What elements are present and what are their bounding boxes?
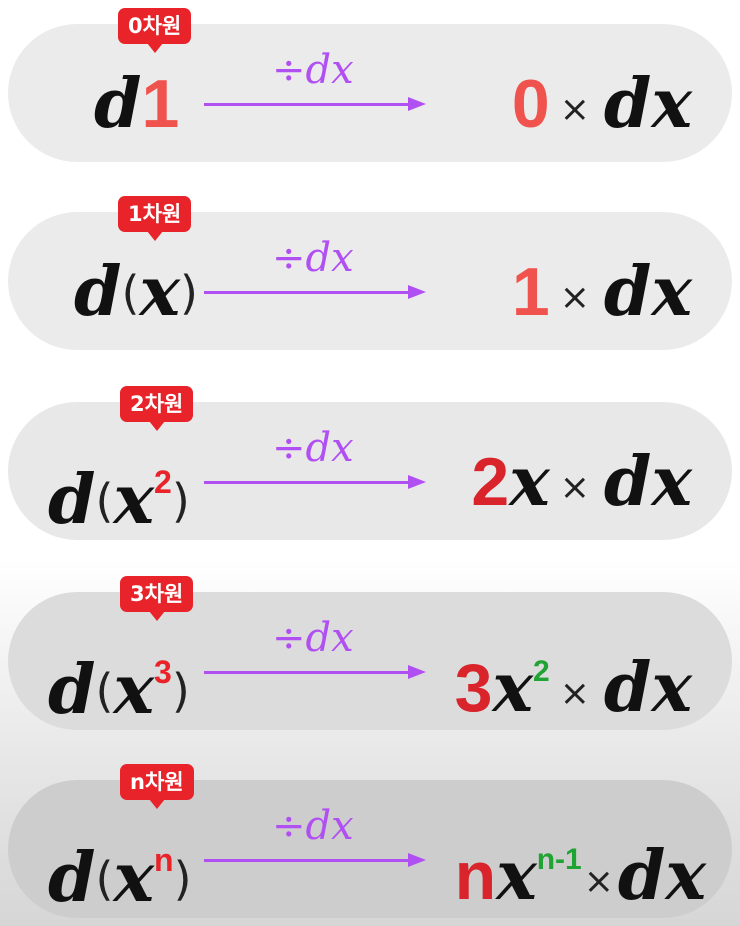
lhs-expression: d(x2) [48,442,190,540]
divide-dx-label: ÷dx [272,615,354,661]
times-icon: × [559,89,590,130]
lhs-exponent: 2 [154,464,172,500]
dimension-badge: 1차원 [118,196,192,241]
rhs-exponent: 2 [533,655,550,688]
rhs-dx: dx [603,64,692,144]
times-icon: × [583,861,614,902]
lhs-var: x [113,460,155,540]
times-icon: × [559,673,590,714]
rhs-dx: dx [603,442,692,522]
lhs-expression: d(x) [74,252,198,332]
rhs-var: x [509,442,550,522]
lhs-var: x [139,252,181,332]
rhs-expression: 2x × dx [471,442,692,522]
lhs-var: x [113,650,155,730]
rhs-expression: 1 × dx [512,252,692,332]
dimension-badge: n차원 [120,764,194,809]
rule-row-4: n차원 d(xn) ÷dx nxn-1×dx [8,764,732,918]
close-paren: ) [171,664,190,718]
dimension-badge: 0차원 [118,8,192,53]
rhs-coefficient: 1 [511,254,550,330]
lhs-exponent: 3 [154,654,172,690]
lhs-d: d [48,460,96,540]
lhs-d: d [48,650,96,730]
lhs-exponent: n [154,842,174,878]
open-paren: ( [95,474,114,528]
rule-row-3: 3차원 d(x3) ÷dx 3x2× dx [8,576,732,730]
dimension-badge: 3차원 [120,576,194,621]
rhs-coefficient: 0 [511,66,550,142]
divide-dx-label: ÷dx [272,235,354,281]
rhs-expression: 3x2 × dx [455,632,692,728]
rhs-coefficient: n [454,838,497,914]
arrow-line [204,291,410,294]
rhs-coefficient: 2 [471,444,510,520]
rhs-dx: dx [617,836,706,916]
open-paren: ( [95,664,114,718]
rule-row-2: 2차원 d(x2) ÷dx 2x × dx [8,386,732,540]
rhs-coefficient: 3 [454,650,493,726]
arrow-head-icon [408,97,426,111]
dimension-badge: 2차원 [120,386,194,431]
times-icon: × [559,277,590,318]
close-paren: ) [180,266,198,320]
rhs-expression: 0 × dx [512,64,692,144]
lhs-d: d [74,252,122,332]
lhs-expression: d(x3) [48,632,190,730]
rhs-var: x [496,836,537,916]
rhs-dx: dx [603,648,692,728]
open-paren: ( [121,266,140,320]
lhs-d: d [48,838,96,918]
rhs-expression: nxn-1×dx [455,820,706,916]
rhs-dx: dx [603,252,692,332]
divide-dx-label: ÷dx [272,425,354,471]
arrow-line [204,481,410,484]
arrow-line [204,671,410,674]
arrow-head-icon [408,665,426,679]
close-paren: ) [171,474,190,528]
rule-row-1: 1차원 d(x) ÷dx 1 × dx [8,196,732,350]
rhs-var: x [492,648,534,728]
lhs-expression: d(xn) [48,820,192,918]
arrow-head-icon [408,285,426,299]
rhs-exponent: n-1 [536,843,582,876]
divide-dx-label: ÷dx [272,803,354,849]
lhs-d: d [94,64,142,144]
rule-row-0: 0차원 d1 ÷dx 0 × dx [8,8,732,162]
lhs-var: x [113,838,155,918]
arrow-head-icon [408,853,426,867]
times-icon: × [559,467,590,508]
arrow-line [204,103,410,106]
arrow-line [204,859,410,862]
close-paren: ) [173,852,192,906]
lhs-constant: 1 [141,66,180,142]
lhs-expression: d1 [94,64,179,144]
arrow-head-icon [408,475,426,489]
open-paren: ( [95,852,114,906]
divide-dx-label: ÷dx [272,47,354,93]
